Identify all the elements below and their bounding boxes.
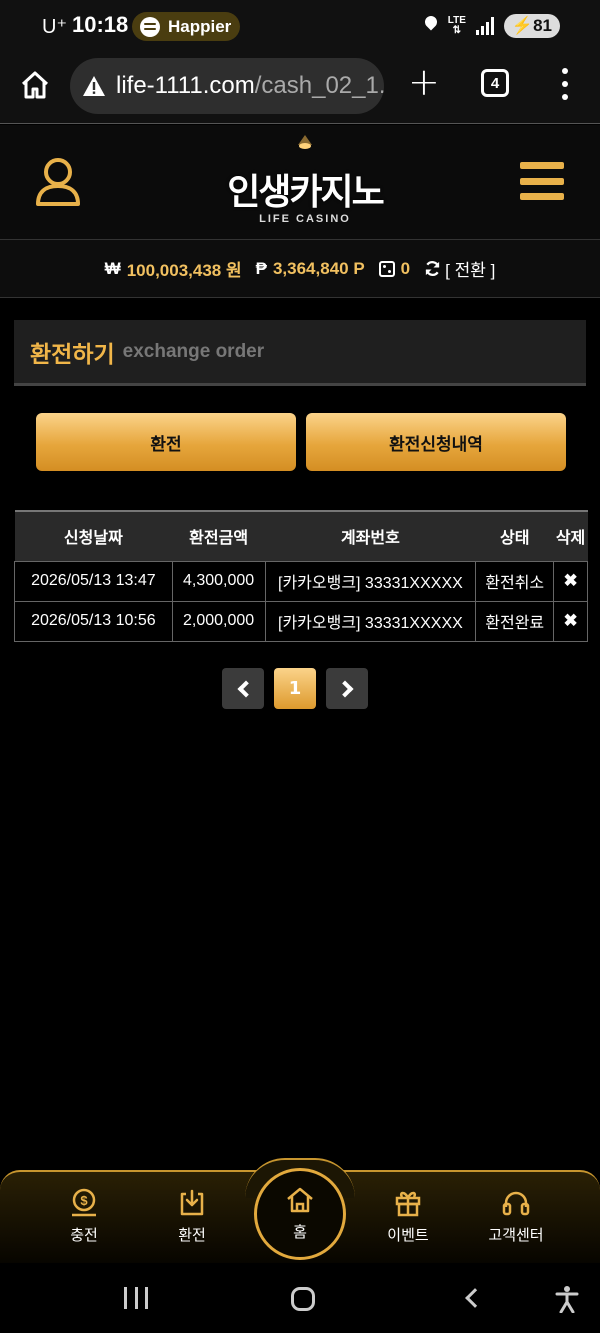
logo-title: 인생카지노 (227, 172, 385, 213)
new-tab-icon[interactable]: + (408, 63, 440, 101)
exchange-history-table: 신청날짜 환전금액 계좌번호 상태 삭제 2026/05/13 13:47 4,… (14, 510, 600, 642)
lte-icon: LTE ⇅ (447, 15, 466, 36)
chevron-left-icon (237, 680, 254, 697)
cell-date: 2026/05/13 10:56 (14, 600, 173, 642)
dice-icon (378, 260, 395, 277)
balance-bar: ₩ 100,003,438 원 ₱ 3,364,840 P 0 [ 전환 ] (0, 240, 600, 298)
logo-subtitle: LIFE CASINO (259, 213, 351, 225)
page-title: 환전하기 (30, 341, 115, 368)
back-icon[interactable] (465, 1288, 485, 1308)
cell-account: [카카오뱅크] 33331XXXXX (264, 560, 477, 602)
battery-level: 81 (533, 16, 552, 35)
next-page-button[interactable] (326, 668, 368, 709)
site-header: 인생카지노 LIFE CASINO (0, 125, 600, 240)
user-icon[interactable] (34, 157, 82, 207)
hamburger-menu-icon[interactable] (520, 162, 564, 200)
point-icon: ₱ (255, 258, 267, 278)
nav-item-event[interactable]: 이벤트 (358, 1188, 458, 1245)
page-title-bar: 환전하기 exchange order (14, 320, 586, 386)
accessibility-icon[interactable] (555, 1285, 579, 1313)
cell-amount: 4,300,000 (171, 560, 266, 602)
svg-text:$: $ (80, 1193, 88, 1208)
chip-balance: 0 (378, 258, 411, 279)
nav-item-deposit[interactable]: $ 충전 (34, 1188, 134, 1245)
won-icon: ₩ (104, 258, 121, 278)
url-text: life-1111.com/cash_02_1.a (116, 72, 384, 99)
exchange-history-button[interactable]: 환전신청내역 (306, 413, 566, 471)
page-number-button[interactable]: 1 (274, 668, 316, 709)
spotify-icon (140, 16, 160, 37)
system-home-icon[interactable] (291, 1287, 315, 1311)
convert-link-label: [ 전환 ] (445, 261, 496, 280)
nav-item-label: 이벤트 (387, 1226, 429, 1244)
column-header-delete: 삭제 (553, 510, 588, 561)
status-time: 10:18 (72, 12, 129, 37)
nav-item-label: 충전 (70, 1226, 98, 1244)
gift-icon (395, 1191, 421, 1217)
more-menu-icon[interactable] (560, 68, 570, 100)
column-header-status: 상태 (475, 510, 554, 561)
prev-page-button[interactable] (222, 668, 264, 709)
status-bar: U⁺ 10:18 Happier LTE ⇅ ⚡ 81 (0, 0, 600, 52)
delete-icon[interactable]: ✖ (553, 560, 588, 602)
table-header-row: 신청날짜 환전금액 계좌번호 상태 삭제 (14, 510, 588, 561)
browser-home-icon[interactable] (20, 70, 50, 100)
site-logo[interactable]: 인생카지노 LIFE CASINO (200, 131, 410, 235)
exchange-button[interactable]: 환전 (36, 413, 296, 471)
page-subtitle: exchange order (122, 340, 265, 362)
delete-icon[interactable]: ✖ (553, 600, 588, 642)
cell-date: 2026/05/13 13:47 (14, 560, 173, 602)
browser-toolbar: life-1111.com/cash_02_1.a + 4 (0, 52, 600, 124)
pagination: 1 (222, 668, 368, 709)
point-balance: ₱ 3,364,840 P (256, 259, 365, 279)
cell-status: 환전취소 (475, 560, 555, 602)
address-bar[interactable]: life-1111.com/cash_02_1.a (70, 58, 384, 114)
cell-account: [카카오뱅크] 33331XXXXX (264, 600, 477, 642)
headset-icon (502, 1191, 530, 1216)
cash-balance: ₩ 100,003,438 원 (105, 256, 242, 281)
point-balance-value: 3,364,840 P (272, 258, 365, 278)
battery-indicator: ⚡ 81 (503, 14, 560, 38)
carrier-label: U⁺ (42, 16, 67, 38)
nav-item-label: 환전 (178, 1226, 206, 1244)
status-icons: LTE ⇅ ⚡ 81 (424, 14, 560, 38)
coin-deposit-icon: $ (72, 1188, 96, 1217)
lamp-icon (298, 135, 312, 149)
column-header-amount: 환전금액 (172, 510, 266, 561)
signal-icon (475, 17, 494, 35)
refresh-icon (425, 261, 440, 276)
chip-balance-value: 0 (400, 258, 411, 278)
cell-amount: 2,000,000 (171, 600, 266, 642)
cash-balance-value: 100,003,438 원 (126, 261, 242, 280)
download-tray-icon (180, 1189, 204, 1216)
nav-item-withdraw[interactable]: 환전 (142, 1188, 242, 1245)
chevron-right-icon (336, 680, 353, 697)
media-chip[interactable]: Happier (132, 12, 240, 41)
warning-icon[interactable] (82, 75, 106, 97)
recent-apps-icon[interactable] (124, 1287, 148, 1309)
column-header-account: 계좌번호 (265, 510, 476, 561)
media-chip-label: Happier (168, 16, 232, 36)
home-icon (287, 1187, 313, 1213)
nav-item-home[interactable]: 홈 (254, 1168, 346, 1260)
system-navigation-bar (0, 1263, 600, 1333)
cell-status: 환전완료 (475, 600, 555, 642)
table-row: 2026/05/13 13:47 4,300,000 [카카오뱅크] 33331… (14, 560, 588, 602)
tab-switcher-button[interactable]: 4 (481, 69, 509, 97)
location-icon (424, 16, 438, 36)
nav-item-label: 홈 (293, 1223, 307, 1241)
table-row: 2026/05/13 10:56 2,000,000 [카카오뱅크] 33331… (14, 600, 588, 642)
column-header-date: 신청날짜 (14, 510, 173, 561)
nav-item-label: 고객센터 (488, 1226, 544, 1244)
nav-item-support[interactable]: 고객센터 (466, 1188, 566, 1245)
bottom-navigation: $ 충전 환전 홈 이벤트 고객센터 (0, 1158, 600, 1263)
convert-link[interactable]: [ 전환 ] (424, 256, 495, 281)
